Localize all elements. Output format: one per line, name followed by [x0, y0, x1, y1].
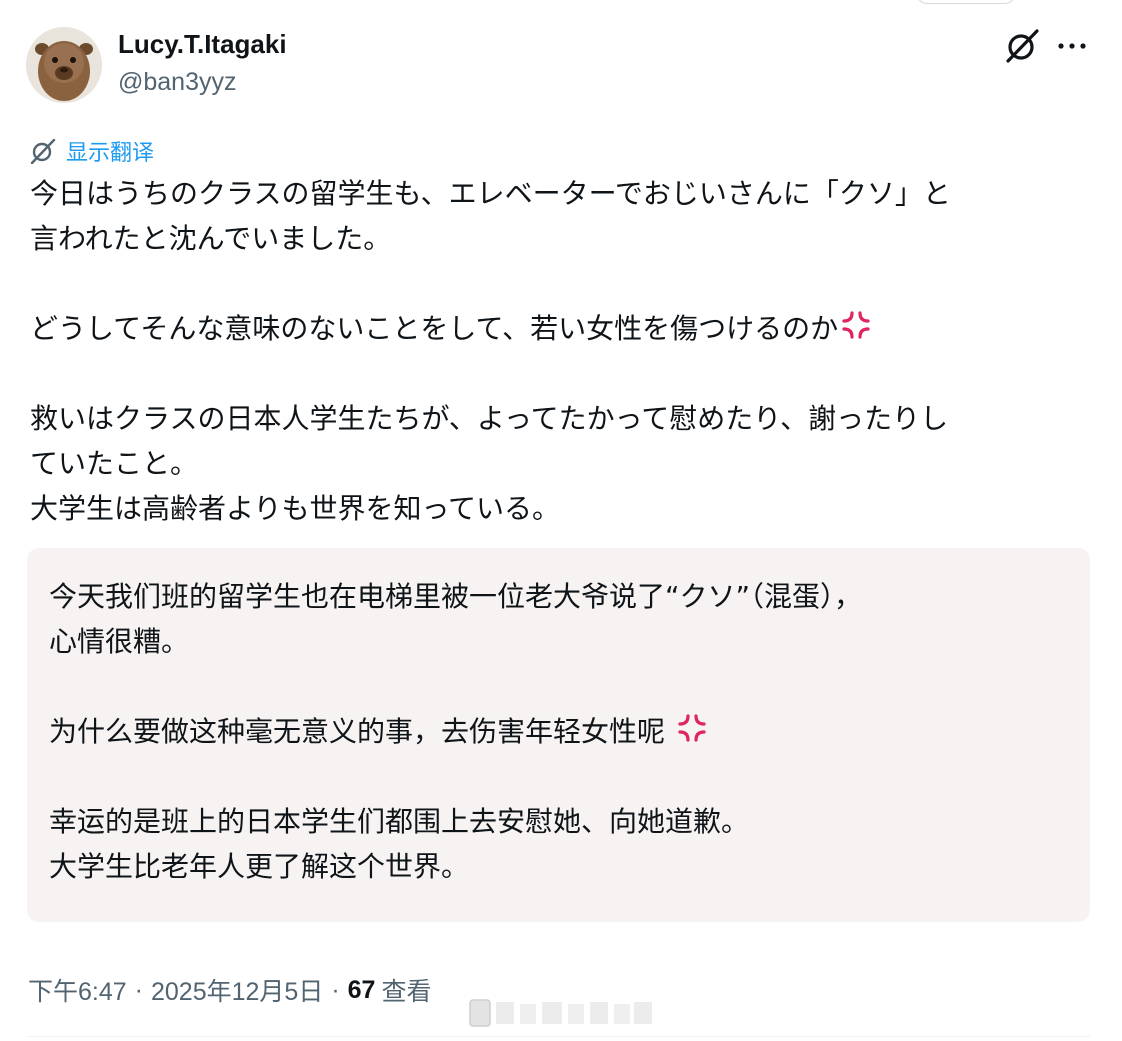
tweet-line: 救いはクラスの日本人学生たちが、よってたかって慰めたり、謝ったりし — [30, 402, 949, 435]
tweet-line: ていたこと。 — [30, 447, 199, 480]
views-label: 查看 — [381, 978, 432, 1006]
meta-separator: · — [134, 975, 143, 1004]
translate-icon — [30, 138, 56, 164]
translation-text: 今天我们班的留学生也在电梯里被一位老大爷说了“クソ”（混蛋）， 心情很糟。 为什… — [49, 574, 862, 889]
show-translation-label[interactable]: 显示翻译 — [66, 135, 154, 167]
divider — [28, 1036, 1090, 1037]
top-pill-button[interactable] — [915, 0, 1017, 4]
tweet-line: どうしてそんな意味のないことをして、若い女性を傷つけるのか — [30, 312, 839, 345]
tweet-page: Lucy.T.Itagaki @ban3yyz 显示翻译 今日はうちのクラスの留… — [0, 0, 1122, 1041]
meta-separator: · — [331, 975, 340, 1004]
translation-box: 今天我们班的留学生也在电梯里被一位老大爷说了“クソ”（混蛋）， 心情很糟。 为什… — [27, 548, 1090, 922]
more-options-icon[interactable] — [1056, 30, 1088, 62]
show-translation-link[interactable]: 显示翻译 — [30, 134, 154, 168]
views-count: 67 — [347, 975, 376, 1004]
tweet-line: 今日はうちのクラスの留学生も、エレベーターでおじいさんに「クソ」と — [30, 177, 951, 210]
translation-line: 心情很糟。 — [49, 625, 190, 658]
tweet-text: 今日はうちのクラスの留学生も、エレベーターでおじいさんに「クソ」と 言われたと沈… — [30, 171, 1100, 531]
translation-line: 今天我们班的留学生也在电梯里被一位老大爷说了“クソ”（混蛋）， — [49, 580, 863, 613]
tweet-line: 言われたと沈んでいました。 — [30, 222, 392, 255]
anger-symbol-emoji — [674, 710, 710, 746]
translation-line: 大学生比老年人更了解这个世界。 — [49, 850, 470, 883]
grok-icon[interactable] — [1004, 28, 1040, 64]
tweet-time[interactable]: 下午6:47 — [28, 972, 127, 1008]
translation-line: 幸运的是班上的日本学生们都围上去安慰她、向她道歉。 — [49, 805, 750, 838]
avatar[interactable] — [26, 27, 102, 103]
author-name[interactable]: Lucy.T.Itagaki — [118, 26, 287, 62]
author-handle[interactable]: @ban3yyz — [118, 65, 237, 99]
translation-line: 为什么要做这种毫无意义的事，去伤害年轻女性呢 — [49, 715, 666, 748]
tweet-line: 大学生は高齢者よりも世界を知っている。 — [30, 492, 561, 525]
translation-line-with-emoji: 为什么要做这种毫无意义的事，去伤害年轻女性呢 — [49, 709, 862, 754]
anger-symbol-emoji — [838, 307, 874, 343]
tweet-date[interactable]: 2025年12月5日 — [151, 972, 323, 1008]
tweet-meta: 下午6:47 · 2025年12月5日 · 67 查看 — [28, 970, 431, 1010]
tweet-line-with-emoji: どうしてそんな意味のないことをして、若い女性を傷つけるのか — [30, 306, 1100, 351]
watermark — [466, 994, 656, 1034]
